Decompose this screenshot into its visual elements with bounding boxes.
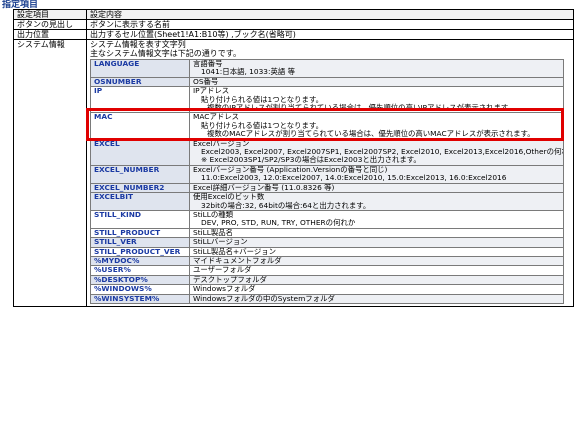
system-value-line: Excel詳細バージョン番号 (11.0.8326 等) [193,183,335,192]
system-value: ユーザーフォルダ [189,265,564,276]
row-desc: ボタンに表示する名前 [86,19,574,30]
system-key: EXCELBIT [90,192,190,211]
system-value: Windowsフォルダの中のSystemフォルダ [189,293,564,304]
system-key: EXCEL [90,138,190,166]
list-item: %USER% ユーザーフォルダ [90,265,564,276]
list-item: EXCEL Excelバージョン Excel2003, Excel2007, Exc… [90,138,564,166]
row-desc: システム情報を表す文字列 [90,40,186,49]
system-info-table: LANGUAGE 言語番号 1041:日本語, 1033:英語 等 OSNUMBER O… [90,59,564,304]
system-value-line: StiLLバージョン [193,237,248,247]
system-key: EXCEL_NUMBER [90,164,190,184]
list-item: STILL_VER StiLLバージョン [90,237,564,248]
system-value-line: ※ Excel2003SP1/SP2/SP3の場合はExcel2003と出力され… [201,155,421,165]
system-key: OSNUMBER [90,76,190,88]
system-value-line: StiLL製品名+バージョン [193,247,277,256]
header-setting-item: 設定項目 [13,9,87,20]
system-value-line: 11.0:Excel2003, 12.0:Excel2007, 14.0:Exc… [201,173,507,183]
row-desc: 出力するセル位置(Sheet1!A1:B10等) ,ブック名(省略可) [86,29,574,40]
list-item: EXCEL_NUMBER2 Excel詳細バージョン番号 (11.0.8326 等… [90,182,564,194]
row-name: システム情報 [13,39,87,307]
list-item: OSNUMBER OS番号 [90,76,564,88]
list-item: STILL_PRODUCT StiLL製品名 [90,227,564,239]
ip-highlight-box [86,108,564,141]
system-value-line: DEV, PRO, STD, RUN, TRY, OTHERの何れか [201,218,356,228]
system-value: Windowsフォルダ [189,284,564,295]
system-value: デスクトップフォルダ [189,274,564,286]
system-key: STILL_KIND [90,209,190,229]
list-item: STILL_PRODUCT_VER StiLL製品名+バージョン [90,246,564,257]
system-value: StiLL製品名 [189,227,564,239]
settings-table: 設定項目 設定内容 ボタンの見出し ボタンに表示する名前 出力位置 出力するセル… [13,9,574,307]
system-value: OS番号 [189,76,564,88]
system-key: %MYDOC% [90,255,190,267]
system-key: LANGUAGE [90,59,190,78]
row-name: ボタンの見出し [13,19,87,30]
system-value-line: OS番号 [193,77,219,86]
system-info-cell: システム情報を表す文字列 主なシステム情報文字は下記の通りです。 LANGUAG… [86,39,574,307]
system-value-line: Windowsフォルダ [193,284,256,294]
system-value-line: マイドキュメントフォルダ [193,256,282,265]
list-item: EXCELBIT 使用Excelのビット数 32bitの場合:32, 64bitの場… [90,192,564,211]
system-value-line: 32bitの場合:32, 64bitの場合:64と出力されます。 [201,200,371,210]
system-key: STILL_VER [90,237,190,248]
list-item: %MYDOC% マイドキュメントフォルダ [90,255,564,267]
table-row: 出力位置 出力するセル位置(Sheet1!A1:B10等) ,ブック名(省略可) [13,29,574,40]
system-value-line: Windowsフォルダの中のSystemフォルダ [193,294,335,303]
table-row: ボタンの見出し ボタンに表示する名前 [13,19,574,30]
system-value: 言語番号 1041:日本語, 1033:英語 等 [189,59,564,78]
list-item: LANGUAGE 言語番号 1041:日本語, 1033:英語 等 [90,59,564,78]
system-value: Excelバージョン番号 (Application.Versionの番号と同じ)… [189,164,564,184]
header-setting-content: 設定内容 [86,9,574,20]
system-value: マイドキュメントフォルダ [189,255,564,267]
system-value-line: ユーザーフォルダ [193,265,252,275]
list-item: %WINDOWS% Windowsフォルダ [90,284,564,295]
system-value-line: StiLL製品名 [193,228,234,237]
system-value: StiLLの種類 DEV, PRO, STD, RUN, TRY, OTHERの何… [189,209,564,229]
list-item: EXCEL_NUMBER Excelバージョン番号 (Application.Ve… [90,164,564,184]
system-key: STILL_PRODUCT_VER [90,246,190,257]
system-value: 使用Excelのビット数 32bitの場合:32, 64bitの場合:64と出力さ… [189,192,564,211]
table-row: システム情報 システム情報を表す文字列 主なシステム情報文字は下記の通りです。 … [13,39,574,307]
system-key: %WINSYSTEM% [90,293,190,304]
system-value: StiLL製品名+バージョン [189,246,564,257]
list-item: STILL_KIND StiLLの種類 DEV, PRO, STD, RUN, TR… [90,209,564,229]
system-key: EXCEL_NUMBER2 [90,182,190,194]
row-name: 出力位置 [13,29,87,40]
list-item: %DESKTOP% デスクトップフォルダ [90,274,564,286]
system-value-line: デスクトップフォルダ [193,275,267,284]
system-key: %WINDOWS% [90,284,190,295]
system-value-line: 1041:日本語, 1033:英語 等 [201,67,295,77]
system-key: %USER% [90,265,190,276]
list-item: %WINSYSTEM% Windowsフォルダの中のSystemフォルダ [90,293,564,304]
system-value: Excelバージョン Excel2003, Excel2007, Excel200… [189,138,564,166]
row-desc: 主なシステム情報文字は下記の通りです。 [90,49,241,58]
system-key: %DESKTOP% [90,274,190,286]
system-value: Excel詳細バージョン番号 (11.0.8326 等) [189,182,564,194]
system-value: StiLLバージョン [189,237,564,248]
table-header-row: 設定項目 設定内容 [13,9,574,20]
system-key: STILL_PRODUCT [90,227,190,239]
